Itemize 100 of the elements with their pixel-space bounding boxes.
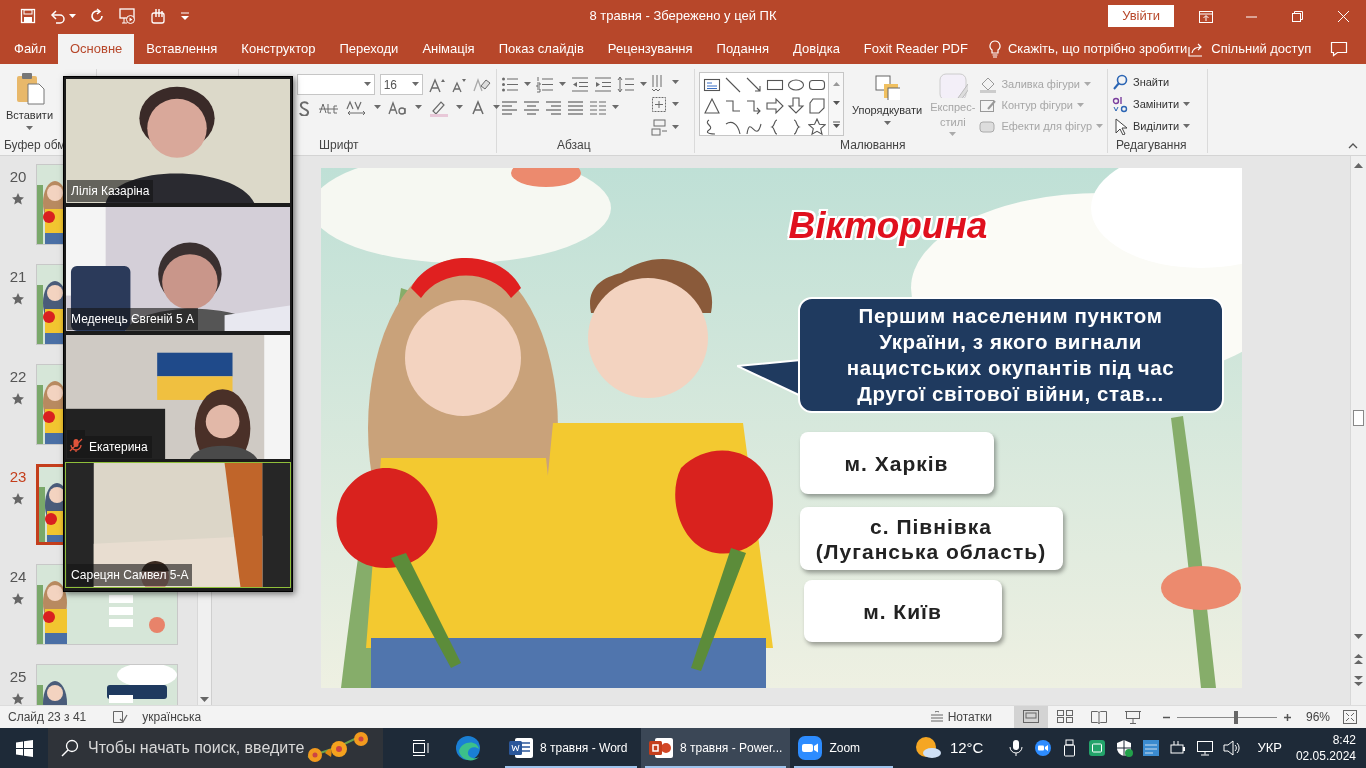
line-icon[interactable] — [723, 75, 742, 94]
network-icon[interactable] — [1196, 739, 1215, 757]
share-button[interactable]: Спільний доступ — [1187, 34, 1312, 64]
ribbon-tab[interactable]: Вставлення — [134, 34, 230, 64]
taskbar-app[interactable]: 8 травня - Word — [501, 728, 641, 768]
font-size-field[interactable]: 16 — [379, 74, 423, 95]
input-language[interactable]: УКР — [1257, 738, 1282, 758]
language-label[interactable]: українська — [142, 708, 202, 726]
volume-icon[interactable] — [1223, 739, 1242, 757]
right-arrow-icon[interactable] — [765, 96, 784, 115]
caret-icon — [412, 82, 419, 87]
previous-slide-icon[interactable] — [1354, 654, 1363, 664]
scroll-down-icon[interactable] — [200, 697, 209, 703]
touch-mode-icon[interactable] — [149, 7, 167, 25]
search-field[interactable]: Чтобы начать поиск, введите — [48, 728, 383, 768]
gallery-more-icon[interactable] — [832, 120, 840, 128]
scroll-down-icon[interactable] — [1354, 634, 1363, 640]
ribbon-tab[interactable]: Довідка — [781, 34, 852, 64]
bullets-icon[interactable] — [501, 76, 519, 93]
save-icon[interactable] — [20, 8, 36, 24]
answer-option[interactable]: м. Харків — [799, 432, 994, 494]
ribbon-tab[interactable]: Подання — [704, 34, 782, 64]
scroll-thumb[interactable] — [1353, 410, 1364, 426]
shapes-gallery[interactable] — [699, 72, 829, 136]
shield-icon[interactable] — [1115, 739, 1134, 757]
notes-button[interactable]: Нотатки — [929, 708, 992, 726]
collapse-ribbon-icon[interactable] — [1348, 143, 1358, 149]
participant-name: Екатерина — [85, 436, 152, 458]
caret-icon — [612, 105, 619, 110]
spell-check-icon[interactable] — [112, 710, 129, 724]
line-spacing-icon[interactable] — [617, 76, 635, 93]
down-arrow-icon[interactable] — [786, 96, 805, 115]
font-color-icon[interactable] — [470, 99, 486, 116]
ribbon-command[interactable]: Знайти — [1112, 71, 1191, 93]
task-view-icon[interactable] — [411, 739, 431, 757]
customize-icon[interactable] — [180, 11, 190, 21]
ribbon-tab[interactable]: Foxit Reader PDF — [851, 34, 980, 64]
power-icon[interactable] — [1169, 739, 1188, 757]
ribbon-tab[interactable]: Рецензування — [595, 34, 705, 64]
windows-icon[interactable] — [15, 739, 33, 757]
ribbon-tab[interactable]: Показ слайдів — [486, 34, 596, 64]
caret-icon[interactable] — [69, 13, 76, 19]
weather-widget[interactable]: 12°C — [913, 735, 984, 761]
zoom-tray-icon[interactable] — [1034, 739, 1053, 757]
close-icon[interactable] — [1335, 8, 1351, 24]
next-slide-icon[interactable] — [1354, 676, 1363, 686]
microphone-icon[interactable] — [1007, 739, 1026, 757]
taskbar-app[interactable]: Zoom — [790, 728, 898, 768]
zoom-percentage[interactable]: 96% — [1305, 708, 1330, 726]
ribbon-display-icon[interactable] — [1197, 8, 1213, 24]
replace-icon — [1112, 95, 1129, 113]
clock-time[interactable]: 8:42 — [1332, 732, 1356, 748]
ribbon-command[interactable]: Виділити — [1112, 115, 1191, 137]
weather-icon — [913, 735, 942, 761]
undo-icon[interactable] — [49, 8, 65, 24]
font-name-field[interactable] — [297, 74, 375, 95]
redo-icon[interactable] — [89, 8, 105, 24]
scroll-up-icon[interactable] — [1354, 162, 1363, 168]
star-icon[interactable] — [807, 117, 826, 136]
folded-shape-icon[interactable] — [807, 96, 826, 115]
sign-in-button[interactable]: Увійти — [1108, 5, 1174, 27]
ribbon-tab[interactable]: Переходи — [327, 34, 411, 64]
edge-icon[interactable] — [455, 735, 481, 761]
scroll-up-icon[interactable] — [832, 80, 840, 86]
increase-indent-icon[interactable] — [594, 76, 612, 93]
answer-option[interactable]: с. Півнівка (Луганська область) — [799, 507, 1063, 570]
numbering-icon[interactable] — [536, 76, 554, 93]
ribbon-command[interactable]: Замінити — [1112, 93, 1191, 115]
clock-date[interactable]: 02.05.2024 — [1295, 748, 1356, 764]
presentation-icon[interactable] — [118, 7, 136, 25]
app-tray-icon[interactable] — [1088, 739, 1107, 757]
zoom-in-icon[interactable] — [1282, 712, 1292, 722]
grow-font-icon[interactable] — [428, 76, 446, 93]
ribbon-tab[interactable]: Основне — [57, 34, 135, 64]
paste-button[interactable]: Вставити — [4, 69, 54, 137]
taskbar-app[interactable]: 8 травня - Power... — [641, 728, 791, 768]
fit-slide-icon[interactable] — [1342, 709, 1358, 725]
shrink-font-icon[interactable] — [451, 76, 467, 93]
align-text-icon[interactable] — [651, 96, 668, 114]
window-title: 8 травня - Збережено у цей ПК — [589, 7, 777, 26]
decrease-indent-icon[interactable] — [571, 76, 589, 93]
caret-icon — [26, 125, 33, 131]
answer-option[interactable]: м. Київ — [803, 580, 1002, 642]
text-shadow-icon[interactable] — [297, 99, 311, 116]
triangle-icon[interactable] — [702, 96, 721, 115]
slide-number: 25 — [9, 667, 27, 687]
scroll-down-icon[interactable] — [832, 100, 840, 106]
arrow-icon[interactable] — [744, 75, 763, 94]
tell-me-search[interactable]: Скажіть, що потрібно зробити — [987, 34, 1188, 64]
change-case-icon[interactable] — [388, 100, 408, 115]
ribbon-tab[interactable]: Анімація — [410, 34, 487, 64]
smartart-icon[interactable] — [651, 118, 668, 136]
character-spacing-icon[interactable] — [345, 99, 367, 116]
ribbon-tab[interactable]: Файл — [2, 34, 58, 64]
arrange-button[interactable]: Упорядкувати — [848, 72, 927, 137]
restore-icon[interactable] — [1289, 8, 1305, 24]
view-button[interactable] — [1013, 706, 1048, 728]
ribbon-tab[interactable]: Конструктор — [229, 34, 328, 64]
slider-thumb[interactable] — [1233, 710, 1238, 724]
comment-icon[interactable] — [1329, 41, 1348, 57]
